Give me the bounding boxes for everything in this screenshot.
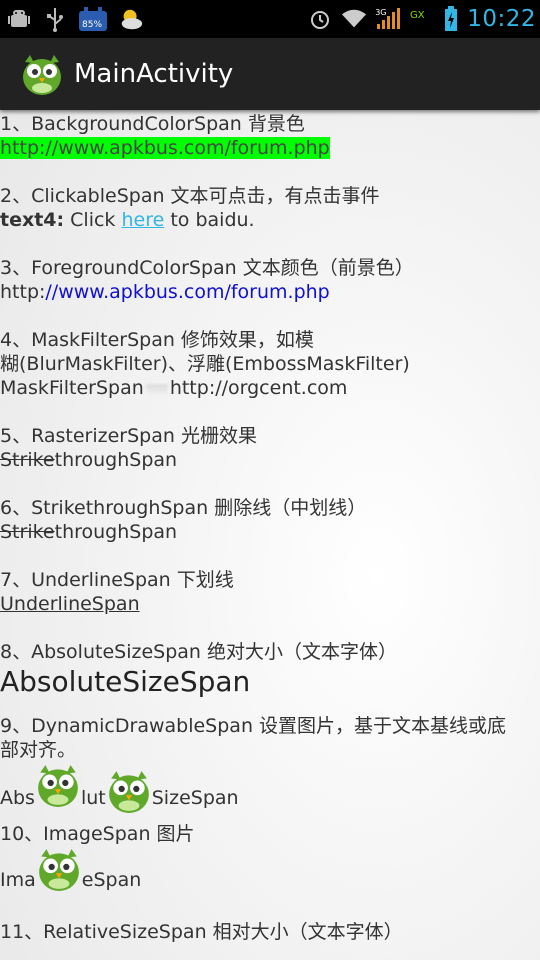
section-10-title: 10、ImageSpan 图片 [0,823,195,845]
section-1-title: 1、BackgroundColorSpan 背景色 [0,113,305,135]
sample-part-c: SizeSpan [151,787,239,809]
struck-text: Strike [0,521,55,543]
absolute-size-text: AbsoluteSizeSpan [0,665,251,698]
svg-text:GX: GX [410,10,425,21]
signal-icon: 3G [375,6,401,32]
section-2-sample: text4: Click here to baidu. [0,208,540,232]
emboss-text: http://orgcent.com [169,377,348,399]
wifi-icon [341,6,367,32]
section-2-title: 2、ClickableSpan 文本可点击，有点击事件 [0,185,380,207]
span-demo-list: 1、BackgroundColorSpan 背景色 http://www.apk… [0,112,540,944]
section-4-title-line1: 4、MaskFilterSpan 修饰效果，如模 [0,329,314,351]
section-7-title: 7、UnderlineSpan 下划线 [0,569,234,591]
section-9-title-line2: 部对齐。 [0,739,77,761]
status-bar: 85% 3G GX 10:22 [0,0,540,38]
owl-image-icon [38,849,79,891]
section-9-title-line1: 9、DynamicDrawableSpan 设置图片，基于文本基线或底 [0,715,507,737]
section-3-title: 3、ForegroundColorSpan 文本颜色（前景色） [0,257,414,279]
click-suffix: to baidu. [164,209,255,231]
here-link[interactable]: here [121,209,164,231]
battery-charging-icon [443,6,459,32]
sample-part-a: Ima [0,869,36,891]
section-8-title: 8、AbsoluteSizeSpan 绝对大小（文本字体） [0,641,397,663]
section-6-sample: StrikethroughSpan [0,520,540,544]
notification-icons: 85% [0,6,144,32]
blurred-span [145,383,168,394]
plain-text: throughSpan [54,449,178,471]
sample-part-a: Abs [0,787,35,809]
gx-icon: GX [409,6,435,32]
bold-label: text4: [0,209,65,231]
section-4-title-line2: 糊(BlurMaskFilter)、浮雕(EmbossMaskFilter) [0,353,410,375]
section-6-title: 6、StrikethroughSpan 删除线（中划线） [0,497,367,519]
battery-percent-label: 85% [82,20,103,30]
underlined-text: UnderlineSpan [0,593,140,615]
owl-logo-icon[interactable] [20,52,64,96]
struck-text: Strike [0,449,55,471]
android-debug-icon [6,6,32,32]
battery-widget-icon: 85% [78,6,108,32]
owl-image-icon [108,771,149,813]
owl-image-icon [38,765,78,807]
section-9-sample: Abs lut SizeSpan [0,762,540,813]
system-status-icons: 3G GX 10:22 [307,0,536,38]
usb-icon [42,6,68,32]
clock: 10:22 [467,6,536,32]
section-5-sample: StrikethroughSpan [0,448,540,472]
section-11-title: 11、RelativeSizeSpan 相对大小（文本字体） [0,921,403,943]
section-7-sample: UnderlineSpan [0,592,540,616]
sample-part-b: eSpan [81,869,142,891]
plain-text: throughSpan [54,521,178,543]
foreground-span-text: //www.apkbus.com/forum.php [45,281,330,303]
click-prefix: Click [64,209,122,231]
section-3-sample: http://www.apkbus.com/forum.php [0,280,540,304]
weather-icon [118,6,144,32]
page-title: MainActivity [74,59,234,89]
network-type-label: 3G [375,8,387,17]
section-5-title: 5、RasterizerSpan 光栅效果 [0,425,257,447]
section-4-sample: MaskFilterSpan http://orgcent.com [0,376,540,400]
section-1-sample: http://www.apkbus.com/forum.php [0,136,540,160]
maskfilter-text: MaskFilterSpan [0,377,144,399]
alarm-icon [307,6,333,32]
background-span-text: http://www.apkbus.com/forum.php [0,137,330,159]
section-10-sample: Ima eSpan [0,846,540,900]
sample-part-b: lut [80,787,106,809]
action-bar: MainActivity [0,38,540,110]
foreground-prefix: http: [0,281,46,303]
